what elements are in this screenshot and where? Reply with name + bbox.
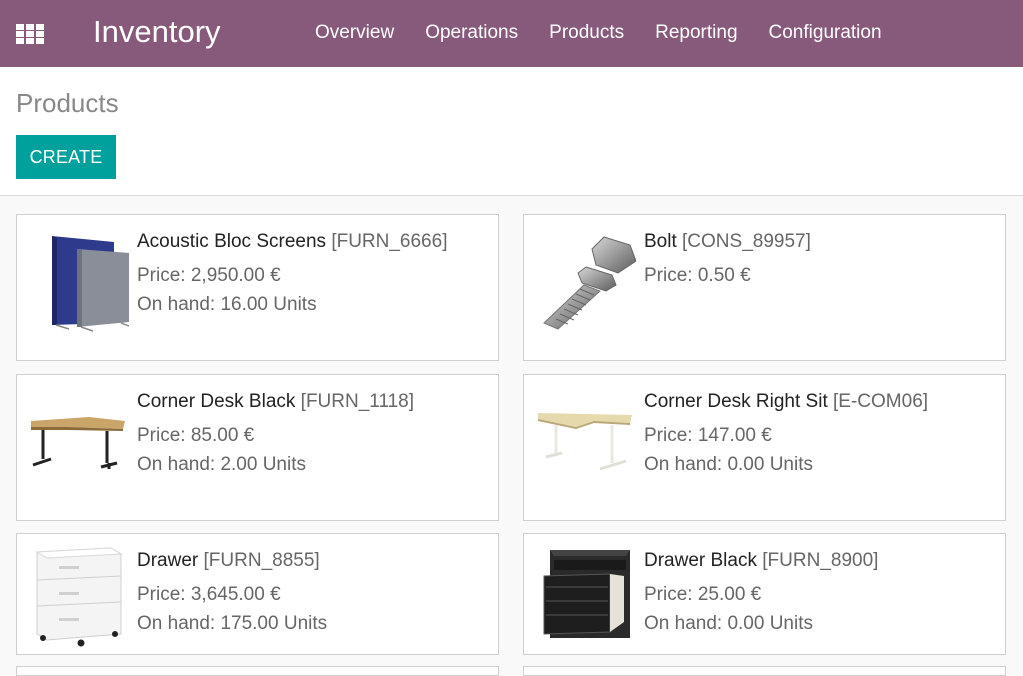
product-ref: [FURN_1118] xyxy=(300,391,415,412)
acoustic-screens-image xyxy=(52,236,129,332)
apps-menu-icon[interactable] xyxy=(16,24,44,44)
menu-overview[interactable]: Overview xyxy=(315,22,394,44)
product-card[interactable]: Corner Desk Right Sit [E-COM06] Price: 1… xyxy=(523,374,1006,521)
product-name: Acoustic Bloc Screens [FURN_6666] xyxy=(137,231,448,252)
product-ref: [E-COM06] xyxy=(833,391,929,412)
product-card[interactable]: Drawer [FURN_8855] Price: 3,645.00 € On … xyxy=(16,533,499,655)
product-onhand: On hand: 175.00 Units xyxy=(137,613,328,634)
product-name: Drawer [FURN_8855] xyxy=(137,550,320,571)
product-name: Corner Desk Right Sit [E-COM06] xyxy=(644,391,929,412)
top-navbar: Inventory Overview Operations Products R… xyxy=(0,0,1023,67)
product-onhand: On hand: 0.00 Units xyxy=(644,454,813,475)
menu-operations[interactable]: Operations xyxy=(425,22,518,44)
product-card[interactable]: Drawer Black [FURN_8900] Price: 25.00 € … xyxy=(523,533,1006,655)
product-card[interactable]: Bolt [CONS_89957] Price: 0.50 € xyxy=(523,214,1006,361)
product-card[interactable]: Corner Desk Black [FURN_1118] Price: 85.… xyxy=(16,374,499,521)
drawer-black-image xyxy=(543,550,630,638)
product-price: Price: 147.00 € xyxy=(644,425,772,446)
product-price: Price: 25.00 € xyxy=(644,584,762,605)
page-title: Products xyxy=(16,88,119,118)
drawer-image xyxy=(35,547,123,647)
bolt-image xyxy=(543,236,636,330)
product-price: Price: 0.50 € xyxy=(644,265,751,286)
product-price: Price: 2,950.00 € xyxy=(137,265,281,286)
create-button[interactable]: CREATE xyxy=(16,135,116,179)
product-name: Corner Desk Black [FURN_1118] xyxy=(137,391,415,412)
product-ref: [CONS_89957] xyxy=(682,231,811,252)
control-panel: Products CREATE xyxy=(0,67,1023,196)
corner-desk-black-image xyxy=(31,417,125,469)
app-brand[interactable]: Inventory xyxy=(93,14,221,50)
product-ref: [FURN_8900] xyxy=(762,550,879,571)
product-card[interactable]: Acoustic Bloc Screens [FURN_6666] Price:… xyxy=(16,214,499,361)
menu-reporting[interactable]: Reporting xyxy=(655,22,737,44)
main-menu: Overview Operations Products Reporting C… xyxy=(315,22,913,44)
product-name: Bolt [CONS_89957] xyxy=(644,231,811,252)
product-ref: [FURN_6666] xyxy=(331,231,448,252)
product-onhand: On hand: 16.00 Units xyxy=(137,294,317,315)
menu-products[interactable]: Products xyxy=(549,22,624,44)
product-onhand: On hand: 0.00 Units xyxy=(644,613,813,634)
product-onhand: On hand: 2.00 Units xyxy=(137,454,306,475)
corner-desk-right-image xyxy=(538,413,632,471)
product-ref: [FURN_8855] xyxy=(203,550,320,571)
product-price: Price: 85.00 € xyxy=(137,425,255,446)
menu-configuration[interactable]: Configuration xyxy=(769,22,882,44)
product-price: Price: 3,645.00 € xyxy=(137,584,281,605)
product-name: Drawer Black [FURN_8900] xyxy=(644,550,879,571)
